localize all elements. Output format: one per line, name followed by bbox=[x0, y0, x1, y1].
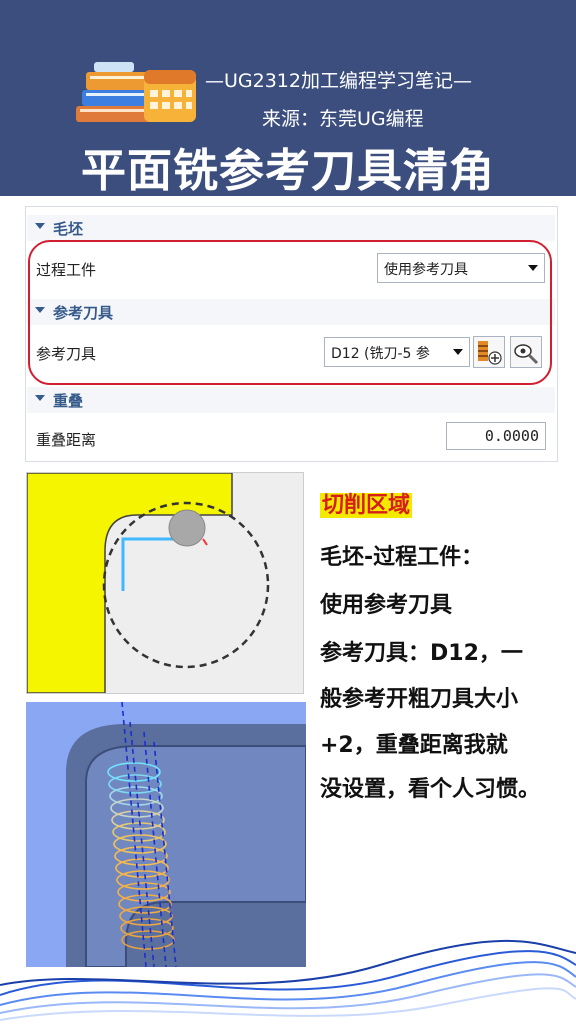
notes-line: 没设置，看个人习惯。 bbox=[320, 777, 541, 802]
section-title-overlap: 重叠 bbox=[53, 392, 84, 410]
cutting-region-illustration bbox=[26, 472, 304, 694]
overlap-distance-input[interactable]: 0.0000 bbox=[446, 422, 546, 450]
overlap-distance-value: 0.0000 bbox=[484, 427, 539, 445]
section-header-blank[interactable]: 毛坯 bbox=[27, 215, 555, 241]
notes-line: 使用参考刀具 bbox=[320, 593, 453, 618]
header-source: 来源：东莞UG编程 bbox=[262, 108, 424, 130]
overlap-distance-label: 重叠距离 bbox=[36, 431, 97, 449]
notes-line: +2，重叠距离我就 bbox=[320, 733, 508, 758]
decorative-waves bbox=[0, 939, 576, 1021]
header-subtitle: —UG2312加工编程学习笔记— bbox=[205, 70, 472, 92]
ref-tool-corner-diagram bbox=[26, 472, 303, 694]
notes-heading: 切削区域 bbox=[320, 493, 413, 518]
toolpath-3d-illustration bbox=[26, 701, 307, 968]
page-title: 平面铣参考刀具清角 bbox=[80, 144, 495, 197]
books-calendar-icon bbox=[76, 62, 196, 122]
section-title-blank: 毛坯 bbox=[53, 220, 84, 238]
operation-dialog-panel: 毛坯 过程工件 使用参考刀具 参考刀具 参考刀具 D12 (铣刀-5 参 重叠 … bbox=[25, 206, 558, 462]
notes-line: 参考刀具：D12，一 bbox=[320, 641, 523, 666]
notes-line: 毛坯-过程工件： bbox=[320, 545, 484, 570]
collapse-arrow-icon bbox=[35, 223, 45, 229]
header-banner: —UG2312加工编程学习笔记— 来源：东莞UG编程 平面铣参考刀具清角 bbox=[0, 0, 576, 197]
highlight-outline bbox=[28, 240, 552, 385]
notes-line: 般参考开粗刀具大小 bbox=[320, 687, 519, 712]
collapse-arrow-icon bbox=[35, 395, 45, 401]
section-header-overlap[interactable]: 重叠 bbox=[27, 387, 555, 413]
corner-cleanup-toolpath bbox=[26, 701, 307, 968]
